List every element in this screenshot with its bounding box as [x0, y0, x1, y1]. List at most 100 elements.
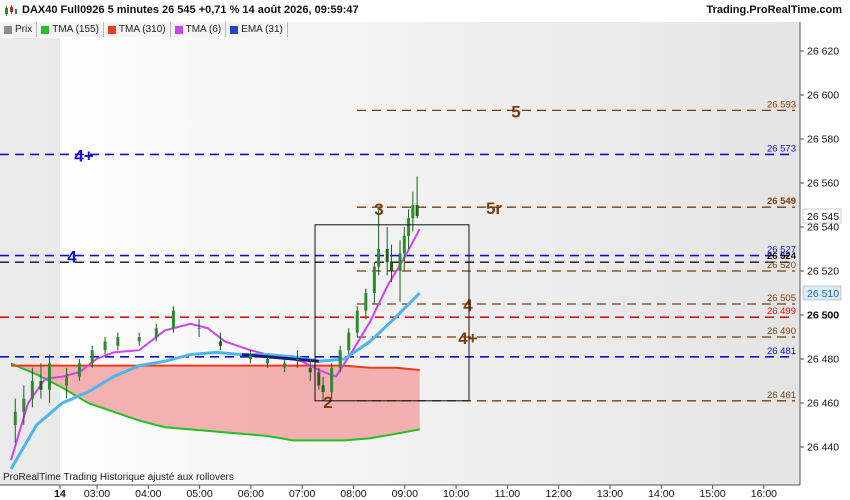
- x-tick-label: 11:00: [495, 488, 521, 500]
- candle: [137, 332, 141, 346]
- candle: [248, 350, 252, 364]
- ema-last-box: [802, 285, 842, 301]
- level-tag: 4+: [458, 329, 477, 348]
- x-tick-label: 14:00: [648, 488, 674, 500]
- candle: [317, 367, 321, 390]
- x-tick-label: 07:00: [289, 488, 315, 500]
- series-tma6: [10, 228, 421, 461]
- candle: [116, 332, 120, 351]
- level-value-label: 26 524: [767, 251, 797, 262]
- x-tick-label: 05:00: [186, 488, 212, 500]
- level-value-label: 26 573: [767, 143, 796, 154]
- candle: [103, 337, 107, 355]
- off-hours-shade: [0, 38, 60, 485]
- x-tick-label: 16:00: [751, 488, 777, 500]
- legend-label: TMA (310): [118, 24, 166, 35]
- level-tag: 5r: [486, 199, 502, 218]
- legend-item-price[interactable]: Prix: [0, 22, 38, 37]
- series-ema31: [9, 291, 421, 470]
- candle: [308, 359, 312, 381]
- candle: [266, 354, 269, 368]
- tma-band-fill: [11, 363, 420, 441]
- candle: [30, 367, 34, 408]
- y-tick-label: 26 580: [807, 134, 839, 146]
- last-price-box: [802, 208, 842, 224]
- candle: [154, 323, 158, 342]
- candle: [338, 345, 342, 373]
- x-tick-label: 06:00: [238, 488, 264, 500]
- level-value-label: 26 549: [767, 196, 796, 207]
- candle: [355, 306, 359, 337]
- y-tick-label-bold: 26 500: [807, 310, 839, 322]
- legend-swatch: [174, 25, 183, 34]
- candle: [283, 359, 287, 373]
- level-tag: 4: [67, 248, 77, 267]
- candle: [218, 332, 222, 351]
- candle: [385, 227, 389, 276]
- candle: [415, 176, 419, 219]
- x-tick-label: 08:00: [340, 488, 366, 500]
- x-tick-label: 03:00: [84, 488, 110, 500]
- legend-item-tma6[interactable]: TMA (6): [170, 22, 227, 37]
- legend-swatch: [4, 25, 12, 34]
- legend-swatch: [230, 25, 239, 34]
- level-tag: 4: [463, 296, 473, 315]
- legend-label: TMA (6): [185, 24, 222, 35]
- x-tick-label: 13:00: [597, 488, 623, 500]
- legend-label: EMA (31): [241, 24, 283, 35]
- y-tick-label: 26 520: [807, 266, 839, 278]
- legend-item-tma155[interactable]: TMA (155): [37, 22, 104, 37]
- level-value-label: 26 499: [767, 306, 796, 317]
- x-tick-label: 15:00: [699, 488, 725, 500]
- candle: [39, 363, 43, 399]
- series-tma310: [11, 364, 420, 371]
- level-value-label: 26 490: [767, 326, 796, 337]
- candle: [364, 288, 368, 320]
- level-value-label: 26 461: [767, 390, 796, 401]
- candle: [77, 359, 81, 381]
- chart-title: DAX40 Full0926 5 minutes 26 545 +0,71 % …: [22, 4, 359, 16]
- candle: [330, 363, 334, 399]
- candle: [90, 345, 94, 368]
- candle: [171, 306, 175, 333]
- x-tick-label: 09:00: [392, 488, 418, 500]
- range-box: [314, 224, 470, 402]
- y-tick-label: 26 460: [807, 398, 839, 410]
- y-tick-label: 26 620: [807, 46, 839, 58]
- footer-note: ProRealTime Trading Historique ajusté au…: [3, 472, 234, 483]
- candle: [47, 354, 51, 403]
- x-tick-label: 10:00: [443, 488, 469, 500]
- y-tick-label: 26 560: [807, 178, 839, 190]
- level-tag: 2: [323, 393, 332, 412]
- candle: [197, 319, 201, 337]
- indicator-legend: Prix TMA (155) TMA (310) TMA (6) EMA (31…: [0, 22, 288, 38]
- legend-label: TMA (155): [52, 24, 99, 35]
- ema-last-label: 26 510: [807, 288, 839, 300]
- level-tag: 4+: [74, 146, 93, 165]
- candle: [13, 398, 17, 443]
- candle: [321, 376, 325, 401]
- level-tag: 5: [511, 102, 520, 121]
- level-value-label: 26 527: [767, 245, 796, 256]
- candle: [407, 209, 411, 249]
- price-chart[interactable]: 26 59326 57326 54926 52726 52426 52026 5…: [0, 0, 850, 500]
- candle: [398, 240, 402, 302]
- y-tick-label: 26 600: [807, 90, 839, 102]
- y-tick-label: 26 500: [807, 310, 839, 322]
- candle: [22, 385, 26, 425]
- legend-swatch: [107, 25, 116, 34]
- candle: [65, 367, 69, 399]
- series-tma155: [10, 362, 420, 442]
- legend-item-ema31[interactable]: EMA (31): [226, 22, 288, 37]
- candle: [402, 227, 406, 271]
- candle: [295, 350, 299, 368]
- level-value-label: 26 593: [767, 99, 796, 110]
- legend-item-tma310[interactable]: TMA (310): [103, 22, 171, 37]
- y-tick-label: 26 540: [807, 222, 839, 234]
- level-value-label: 26 481: [767, 346, 796, 357]
- level-value-label: 26 520: [767, 260, 796, 271]
- ema-dark-segment: [241, 353, 319, 363]
- candle: [377, 209, 381, 276]
- x-tick-label: 12:00: [546, 488, 572, 500]
- level-value-label: 26 505: [767, 293, 796, 304]
